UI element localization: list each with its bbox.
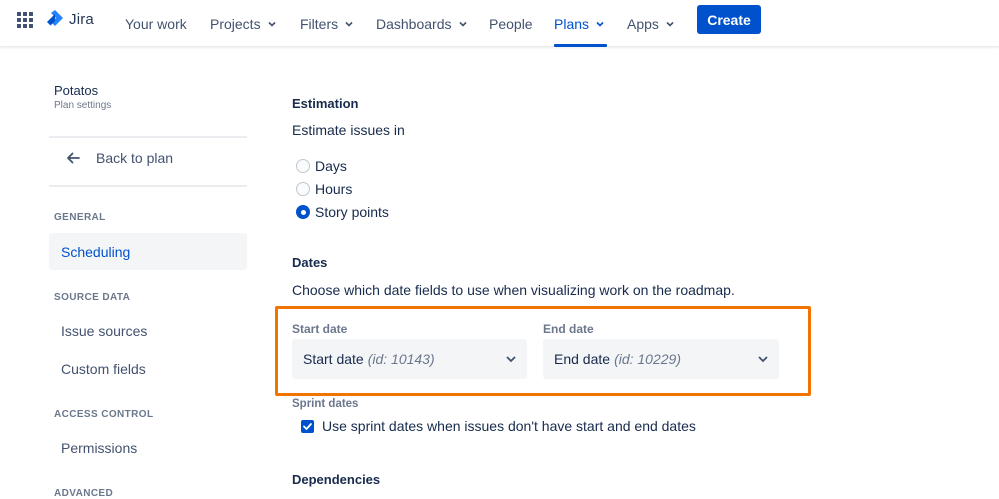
- top-navigation: Jira Your work Projects Filters Dashboar…: [0, 0, 999, 47]
- back-to-plan-label: Back to plan: [96, 150, 174, 166]
- nav-people[interactable]: People: [489, 0, 533, 47]
- chevron-down-icon: [506, 356, 516, 363]
- create-button[interactable]: Create: [697, 5, 761, 34]
- nav-plans-label: Plans: [554, 15, 590, 32]
- radio-story-points-label: Story points: [315, 204, 389, 220]
- nav-your-work[interactable]: Your work: [125, 0, 187, 47]
- radio-hours[interactable]: Hours: [296, 181, 352, 197]
- dependencies-heading: Dependencies: [292, 472, 381, 487]
- nav-apps[interactable]: Apps: [627, 0, 675, 47]
- nav-projects[interactable]: Projects: [210, 0, 277, 47]
- chevron-down-icon: [458, 21, 467, 27]
- app-switcher-icon[interactable]: [17, 12, 33, 28]
- logo-text: Jira: [69, 10, 94, 28]
- sidebar-item-permissions[interactable]: Permissions: [49, 429, 247, 466]
- chevron-down-icon: [666, 21, 674, 27]
- checkmark-icon: [303, 422, 312, 430]
- divider: [49, 136, 247, 138]
- radio-button[interactable]: [296, 159, 310, 173]
- nav-dashboards-label: Dashboards: [376, 15, 452, 32]
- start-date-id: (id: 10143): [367, 351, 435, 367]
- jira-logo[interactable]: Jira: [45, 9, 94, 29]
- dates-description: Choose which date fields to use when vis…: [292, 282, 735, 298]
- estimation-prompt: Estimate issues in: [292, 122, 405, 138]
- section-header-access-control: ACCESS CONTROL: [54, 409, 154, 420]
- sidebar-item-issue-sources[interactable]: Issue sources: [49, 312, 247, 349]
- sprint-dates-checkbox-label: Use sprint dates when issues don't have …: [322, 418, 696, 434]
- sprint-dates-label: Sprint dates: [292, 398, 359, 410]
- nav-people-label: People: [489, 15, 533, 32]
- radio-story-points[interactable]: Story points: [296, 204, 389, 220]
- back-to-plan-link[interactable]: Back to plan: [49, 143, 247, 173]
- nav-apps-label: Apps: [627, 15, 659, 32]
- nav-your-work-label: Your work: [125, 15, 187, 32]
- section-header-source-data: SOURCE DATA: [54, 292, 131, 303]
- sprint-dates-checkbox-row[interactable]: Use sprint dates when issues don't have …: [301, 418, 696, 434]
- radio-days-label: Days: [315, 158, 347, 174]
- start-date-select[interactable]: Start date (id: 10143): [292, 339, 527, 379]
- main-content: Estimation Estimate issues in Days Hours…: [275, 47, 999, 499]
- radio-hours-label: Hours: [315, 181, 353, 197]
- sidebar-item-scheduling[interactable]: Scheduling: [49, 233, 247, 270]
- chevron-down-icon: [268, 21, 276, 27]
- estimation-heading: Estimation: [292, 96, 359, 111]
- section-header-advanced: ADVANCED: [54, 488, 114, 499]
- jira-logo-icon: [47, 10, 63, 26]
- chevron-down-icon: [758, 356, 768, 363]
- settings-sidebar: Potatos Plan settings Back to plan GENER…: [49, 47, 247, 499]
- end-date-id: (id: 10229): [614, 351, 681, 367]
- radio-button[interactable]: [296, 182, 310, 196]
- arrow-left-icon: [67, 152, 80, 164]
- project-name: Potatos: [54, 83, 99, 98]
- start-date-value: Start date: [303, 351, 364, 367]
- nav-filters-label: Filters: [300, 15, 339, 32]
- section-header-general: GENERAL: [54, 212, 106, 223]
- nav-dashboards[interactable]: Dashboards: [376, 0, 468, 47]
- chevron-down-icon: [596, 21, 604, 27]
- nav-projects-label: Projects: [210, 15, 261, 32]
- end-date-select[interactable]: End date (id: 10229): [543, 339, 779, 379]
- nav-plans[interactable]: Plans: [554, 0, 607, 47]
- radio-days[interactable]: Days: [296, 158, 347, 174]
- end-date-value: End date: [554, 351, 611, 367]
- end-date-label: End date: [543, 322, 594, 336]
- start-date-label: Start date: [292, 322, 348, 336]
- nav-filters[interactable]: Filters: [300, 0, 354, 47]
- project-subtitle: Plan settings: [54, 100, 112, 111]
- sidebar-item-custom-fields[interactable]: Custom fields: [49, 350, 247, 387]
- radio-button-selected[interactable]: [296, 205, 310, 219]
- chevron-down-icon: [345, 21, 353, 27]
- dates-heading: Dates: [292, 255, 328, 270]
- checkbox-checked[interactable]: [301, 419, 314, 433]
- divider: [49, 185, 247, 187]
